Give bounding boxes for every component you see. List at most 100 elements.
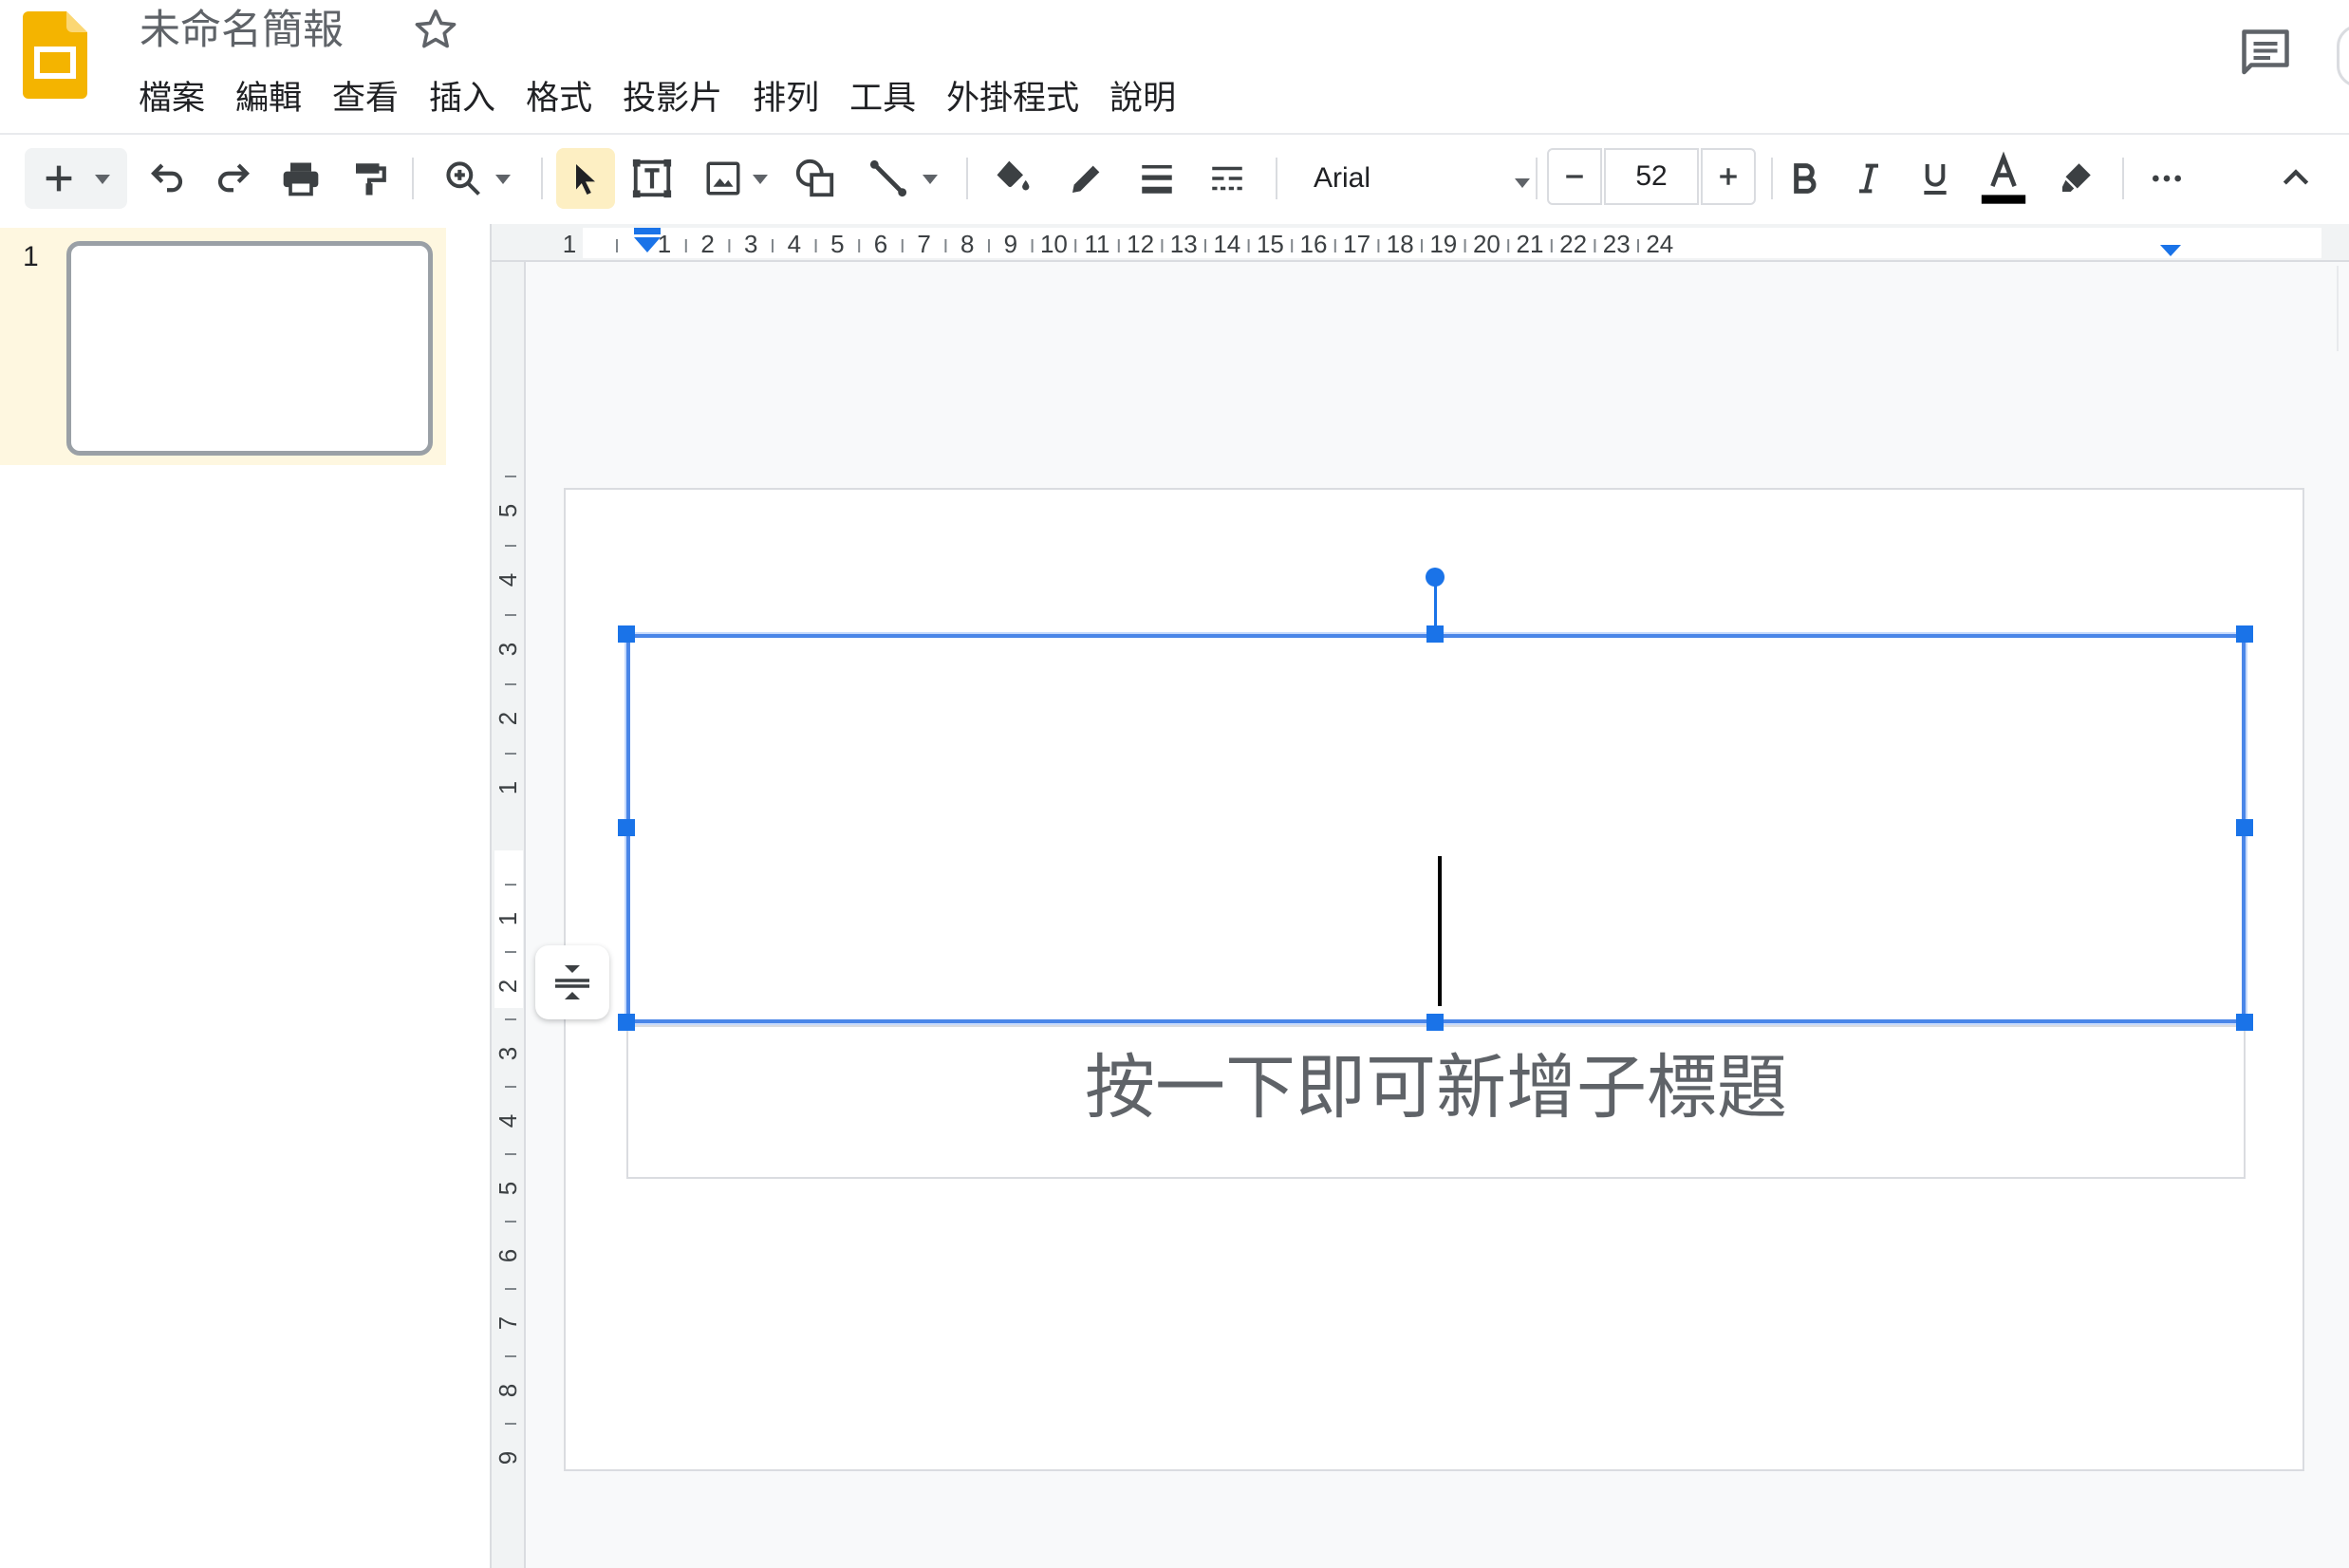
undo-button[interactable] xyxy=(139,148,196,209)
font-size-input[interactable]: 52 xyxy=(1604,148,1699,205)
ruler-label: 3 xyxy=(494,643,522,656)
menu-file[interactable]: 檔案 xyxy=(123,72,220,125)
ruler-label: 7 xyxy=(917,230,930,258)
ruler-label: 3 xyxy=(744,230,757,258)
ruler-label: 21 xyxy=(1517,230,1544,258)
border-color-button[interactable] xyxy=(1057,148,1116,209)
resize-handle-top-left[interactable] xyxy=(618,625,635,643)
line-button[interactable] xyxy=(856,148,951,209)
paint-format-button[interactable] xyxy=(340,148,399,209)
ruler-label: 16 xyxy=(1300,230,1328,258)
ruler-label: 1 xyxy=(563,230,576,258)
toolbar-separator xyxy=(2122,158,2124,199)
select-tool-button[interactable] xyxy=(556,148,615,209)
more-icon xyxy=(2153,175,2181,182)
ruler-label: 8 xyxy=(960,230,974,258)
title-text-box[interactable] xyxy=(626,634,2246,1023)
scrollbar[interactable] xyxy=(2337,266,2349,351)
resize-handle-top[interactable] xyxy=(1426,625,1444,643)
plus-icon xyxy=(1720,168,1737,185)
decrease-font-size-button[interactable] xyxy=(1547,148,1602,205)
italic-icon xyxy=(1859,163,1878,194)
add-icon xyxy=(46,165,72,192)
undo-icon xyxy=(151,163,183,193)
bold-button[interactable] xyxy=(1775,148,1834,209)
chevron-down-icon xyxy=(95,175,110,184)
document-title[interactable]: 未命名簡報 xyxy=(140,2,344,59)
menu-slide[interactable]: 投影片 xyxy=(607,72,737,125)
ruler-label: 6 xyxy=(874,230,887,258)
menu-format[interactable]: 格式 xyxy=(511,72,607,125)
underline-icon xyxy=(1924,164,1947,195)
first-line-indent-marker xyxy=(634,228,661,234)
ruler-label: 4 xyxy=(494,1114,522,1128)
subtitle-placeholder-text[interactable]: 按一下即可新增子標題 xyxy=(626,1038,2246,1137)
zoom-button[interactable] xyxy=(429,148,526,209)
resize-handle-bottom[interactable] xyxy=(1426,1014,1444,1031)
menu-arrange[interactable]: 排列 xyxy=(737,72,834,125)
rotate-handle[interactable] xyxy=(1426,568,1445,587)
ruler-label: 5 xyxy=(494,504,522,517)
new-slide-button[interactable] xyxy=(25,148,127,209)
chevron-down-icon xyxy=(495,175,511,184)
menu-tools[interactable]: 工具 xyxy=(834,72,931,125)
account-avatar[interactable] xyxy=(2337,25,2349,87)
comments-icon[interactable] xyxy=(2236,25,2295,82)
menu-addons[interactable]: 外掛程式 xyxy=(931,72,1094,125)
chevron-down-icon xyxy=(1515,178,1530,188)
toolbar-separator xyxy=(1771,158,1773,199)
ruler-label: 3 xyxy=(494,1047,522,1060)
font-family-value: Arial xyxy=(1314,162,1371,194)
slide-thumbnail[interactable] xyxy=(66,241,433,456)
toolbar-separator xyxy=(1276,158,1277,199)
text-color-button[interactable] xyxy=(1974,148,2033,209)
ruler-label: 11 xyxy=(1085,230,1110,258)
select-icon xyxy=(576,164,595,195)
fill-color-button[interactable] xyxy=(983,148,1042,209)
text-box-button[interactable] xyxy=(623,148,681,209)
ruler-label: 24 xyxy=(1646,230,1673,258)
ruler-label: 10 xyxy=(1040,230,1068,258)
ruler-label: 19 xyxy=(1429,230,1457,258)
underline-button[interactable] xyxy=(1906,148,1965,209)
italic-button[interactable] xyxy=(1839,148,1898,209)
resize-handle-bottom-left[interactable] xyxy=(618,1014,635,1031)
autofit-icon xyxy=(555,965,589,999)
menu-edit[interactable]: 編輯 xyxy=(220,72,317,125)
more-options-button[interactable] xyxy=(2137,148,2196,209)
menu-help[interactable]: 說明 xyxy=(1094,72,1191,125)
border-dash-icon xyxy=(1212,166,1242,191)
resize-handle-right[interactable] xyxy=(2236,819,2253,836)
resize-handle-left[interactable] xyxy=(618,819,635,836)
toolbar-separator xyxy=(541,158,543,199)
image-button[interactable] xyxy=(693,148,780,209)
chevron-down-icon xyxy=(753,175,768,184)
resize-handle-top-right[interactable] xyxy=(2236,625,2253,643)
ruler-label: 18 xyxy=(1387,230,1414,258)
paint-format-icon xyxy=(356,163,386,196)
text-color-icon xyxy=(1981,151,2026,204)
resize-handle-bottom-right[interactable] xyxy=(2236,1014,2253,1031)
shape-button[interactable] xyxy=(786,148,845,209)
font-family-select[interactable]: Arial xyxy=(1300,148,1541,209)
ruler-label: 5 xyxy=(830,230,844,258)
border-dash-button[interactable] xyxy=(1198,148,1257,209)
horizontal-ruler[interactable]: 1 1 2 3 4 5 6 7 8 9 10 11 12 13 14 15 16 17 18 19 20 21 22 23 24 xyxy=(492,224,2349,262)
redo-button[interactable] xyxy=(205,148,262,209)
menu-view[interactable]: 查看 xyxy=(317,72,414,125)
print-button[interactable] xyxy=(271,148,330,209)
redo-icon xyxy=(217,163,250,193)
autofit-button[interactable] xyxy=(535,945,609,1019)
increase-font-size-button[interactable] xyxy=(1701,148,1756,205)
slides-logo-icon[interactable] xyxy=(23,11,87,99)
ruler-label: 22 xyxy=(1559,230,1587,258)
border-weight-button[interactable] xyxy=(1128,148,1186,209)
menu-insert[interactable]: 插入 xyxy=(414,72,511,125)
ruler-label: 23 xyxy=(1603,230,1631,258)
highlight-color-button[interactable] xyxy=(2046,148,2105,209)
collapse-menus-button[interactable] xyxy=(2266,148,2325,209)
ruler-label: 20 xyxy=(1473,230,1501,258)
star-icon[interactable] xyxy=(410,4,461,55)
vertical-ruler[interactable]: 5 4 3 2 1 1 2 3 4 5 6 7 8 9 xyxy=(492,262,526,1568)
ruler-label: 7 xyxy=(494,1316,522,1330)
